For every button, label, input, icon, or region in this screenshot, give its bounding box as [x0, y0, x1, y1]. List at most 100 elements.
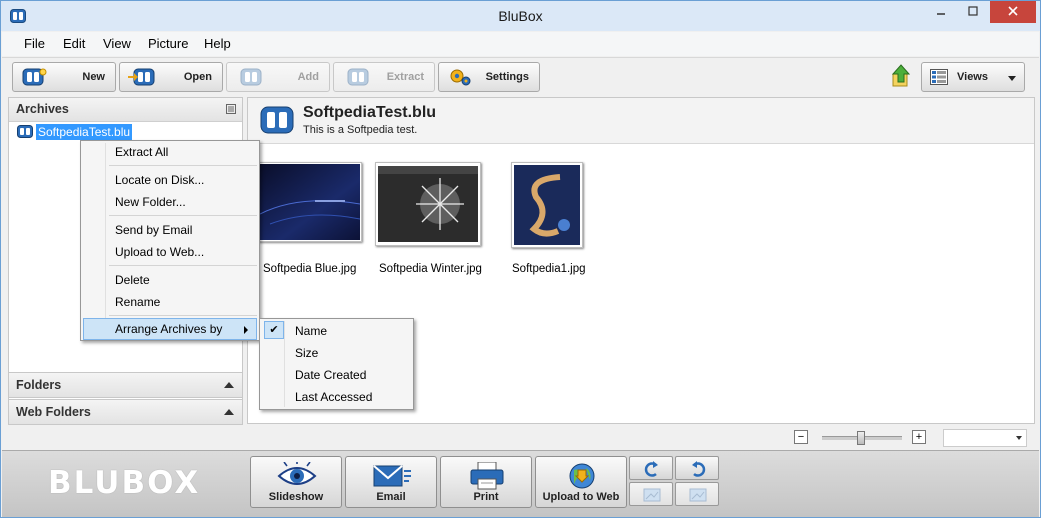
menu-file[interactable]: File: [24, 36, 45, 51]
upload-to-web-label: Upload to Web: [542, 491, 620, 503]
menu-item-arrange-archives-by[interactable]: Arrange Archives by: [83, 318, 257, 340]
thumbnail-caption: Softpedia Blue.jpg: [263, 263, 357, 275]
views-button[interactable]: Views: [921, 62, 1025, 92]
slideshow-button[interactable]: Slideshow: [250, 456, 342, 508]
zoom-slider-thumb[interactable]: [857, 431, 865, 445]
archive-name: SoftpediaTest.blu: [303, 104, 437, 121]
menu-item-label: Delete: [115, 273, 150, 287]
zoom-select[interactable]: [943, 429, 1027, 447]
menu-item-label: Rename: [115, 295, 161, 309]
open-button[interactable]: Open: [119, 62, 223, 92]
arrange-by-submenu: ✔ Name Size Date Created Last Accessed: [259, 318, 414, 410]
menu-item-label: Upload to Web...: [115, 245, 205, 259]
submenu-item-name[interactable]: ✔ Name: [262, 320, 411, 342]
menu-item-send-by-email[interactable]: Send by Email: [83, 219, 257, 241]
extract-icon: [347, 68, 369, 86]
rotate-right-icon: [692, 461, 706, 477]
archives-header[interactable]: Archives: [9, 98, 242, 122]
zoom-bar: − +: [2, 426, 1039, 450]
thumbnail-frame: [258, 162, 362, 242]
add-button[interactable]: Add: [226, 62, 330, 92]
submenu-item-size[interactable]: Size: [262, 342, 411, 364]
rotate-left-button[interactable]: [629, 456, 673, 480]
menu-item-label: Arrange Archives by: [115, 322, 223, 336]
submenu-item-label: Last Accessed: [295, 390, 373, 404]
add-button-label: Add: [297, 71, 319, 83]
maximize-button[interactable]: [958, 1, 988, 23]
zoom-out-button[interactable]: −: [794, 430, 808, 444]
blu-archive-large-icon: [260, 106, 294, 134]
new-button[interactable]: New: [12, 62, 116, 92]
window-title: BluBox: [498, 8, 543, 24]
extract-button[interactable]: Extract: [333, 62, 435, 92]
print-button[interactable]: Print: [440, 456, 532, 508]
title-bar[interactable]: BluBox: [1, 1, 1040, 31]
menu-separator: [109, 315, 257, 316]
go-up-icon[interactable]: [890, 64, 912, 88]
thumbnail-frame: [511, 162, 583, 248]
rotate-right-button[interactable]: [675, 456, 719, 480]
extract-button-label: Extract: [386, 71, 424, 83]
image-next-icon: [689, 488, 707, 502]
submenu-item-last-accessed[interactable]: Last Accessed: [262, 386, 411, 408]
web-folders-title: Web Folders: [16, 405, 91, 419]
previous-image-button[interactable]: [629, 482, 673, 506]
blubox-logo: BLUBOX: [48, 465, 201, 501]
menu-picture[interactable]: Picture: [148, 36, 188, 51]
rotate-left-icon: [644, 461, 658, 477]
email-button[interactable]: Email: [345, 456, 437, 508]
thumbnail-caption: Softpedia1.jpg: [512, 263, 586, 275]
minimize-icon: [937, 13, 945, 15]
submenu-item-date-created[interactable]: Date Created: [262, 364, 411, 386]
open-archive-icon: [128, 68, 155, 86]
app-window: BluBox File Edit View Picture Help New O…: [0, 0, 1041, 518]
menu-bar: File Edit View Picture Help: [2, 32, 1039, 56]
panel-menu-icon[interactable]: [226, 104, 236, 114]
menu-item-locate-on-disk[interactable]: Locate on Disk...: [83, 169, 257, 191]
settings-button[interactable]: Settings: [438, 62, 540, 92]
upload-to-web-button[interactable]: Upload to Web: [535, 456, 627, 508]
slideshow-label: Slideshow: [268, 491, 324, 503]
settings-button-label: Settings: [485, 71, 529, 83]
softpedia1-image: [514, 165, 580, 245]
archive-header: SoftpediaTest.blu This is a Softpedia te…: [248, 98, 1034, 144]
eye-icon: [277, 462, 317, 485]
blu-archive-icon: [17, 125, 33, 138]
close-button[interactable]: [990, 1, 1036, 23]
menu-item-rename[interactable]: Rename: [83, 291, 257, 313]
email-envelope-icon: [373, 465, 411, 487]
checkmark-icon: ✔: [264, 321, 284, 339]
menu-separator: [109, 165, 257, 166]
toolbar: New Open Add Extract Settings Views: [2, 57, 1039, 95]
archives-title: Archives: [16, 102, 69, 116]
minimize-button[interactable]: [926, 1, 956, 23]
menu-item-label: Locate on Disk...: [115, 173, 205, 187]
archive-context-menu: Extract All Locate on Disk... New Folder…: [80, 140, 260, 341]
menu-help[interactable]: Help: [204, 36, 231, 51]
close-icon: [1008, 6, 1018, 16]
menu-item-upload-to-web[interactable]: Upload to Web...: [83, 241, 257, 263]
menu-item-delete[interactable]: Delete: [83, 269, 257, 291]
views-button-label: Views: [957, 71, 988, 83]
maximize-icon: [968, 6, 978, 16]
menu-view[interactable]: View: [103, 36, 131, 51]
printer-icon: [470, 462, 504, 490]
open-button-label: Open: [183, 71, 212, 83]
image-previous-icon: [643, 488, 661, 502]
archive-item-label: SoftpediaTest.blu: [36, 124, 133, 140]
web-folders-section[interactable]: Web Folders: [8, 399, 243, 425]
thumbnail-caption: Softpedia Winter.jpg: [379, 263, 482, 275]
menu-separator: [109, 215, 257, 216]
folders-section[interactable]: Folders: [8, 372, 243, 398]
submenu-item-label: Name: [295, 324, 328, 338]
menu-item-extract-all[interactable]: Extract All: [83, 141, 257, 163]
globe-upload-icon: [569, 463, 595, 489]
menu-edit[interactable]: Edit: [63, 36, 85, 51]
print-label: Print: [473, 491, 499, 503]
thumbnail-frame: [375, 162, 481, 246]
zoom-in-button[interactable]: +: [912, 430, 926, 444]
email-label: Email: [376, 491, 406, 503]
menu-item-new-folder[interactable]: New Folder...: [83, 191, 257, 213]
next-image-button[interactable]: [675, 482, 719, 506]
chevron-down-icon: [1016, 436, 1022, 440]
